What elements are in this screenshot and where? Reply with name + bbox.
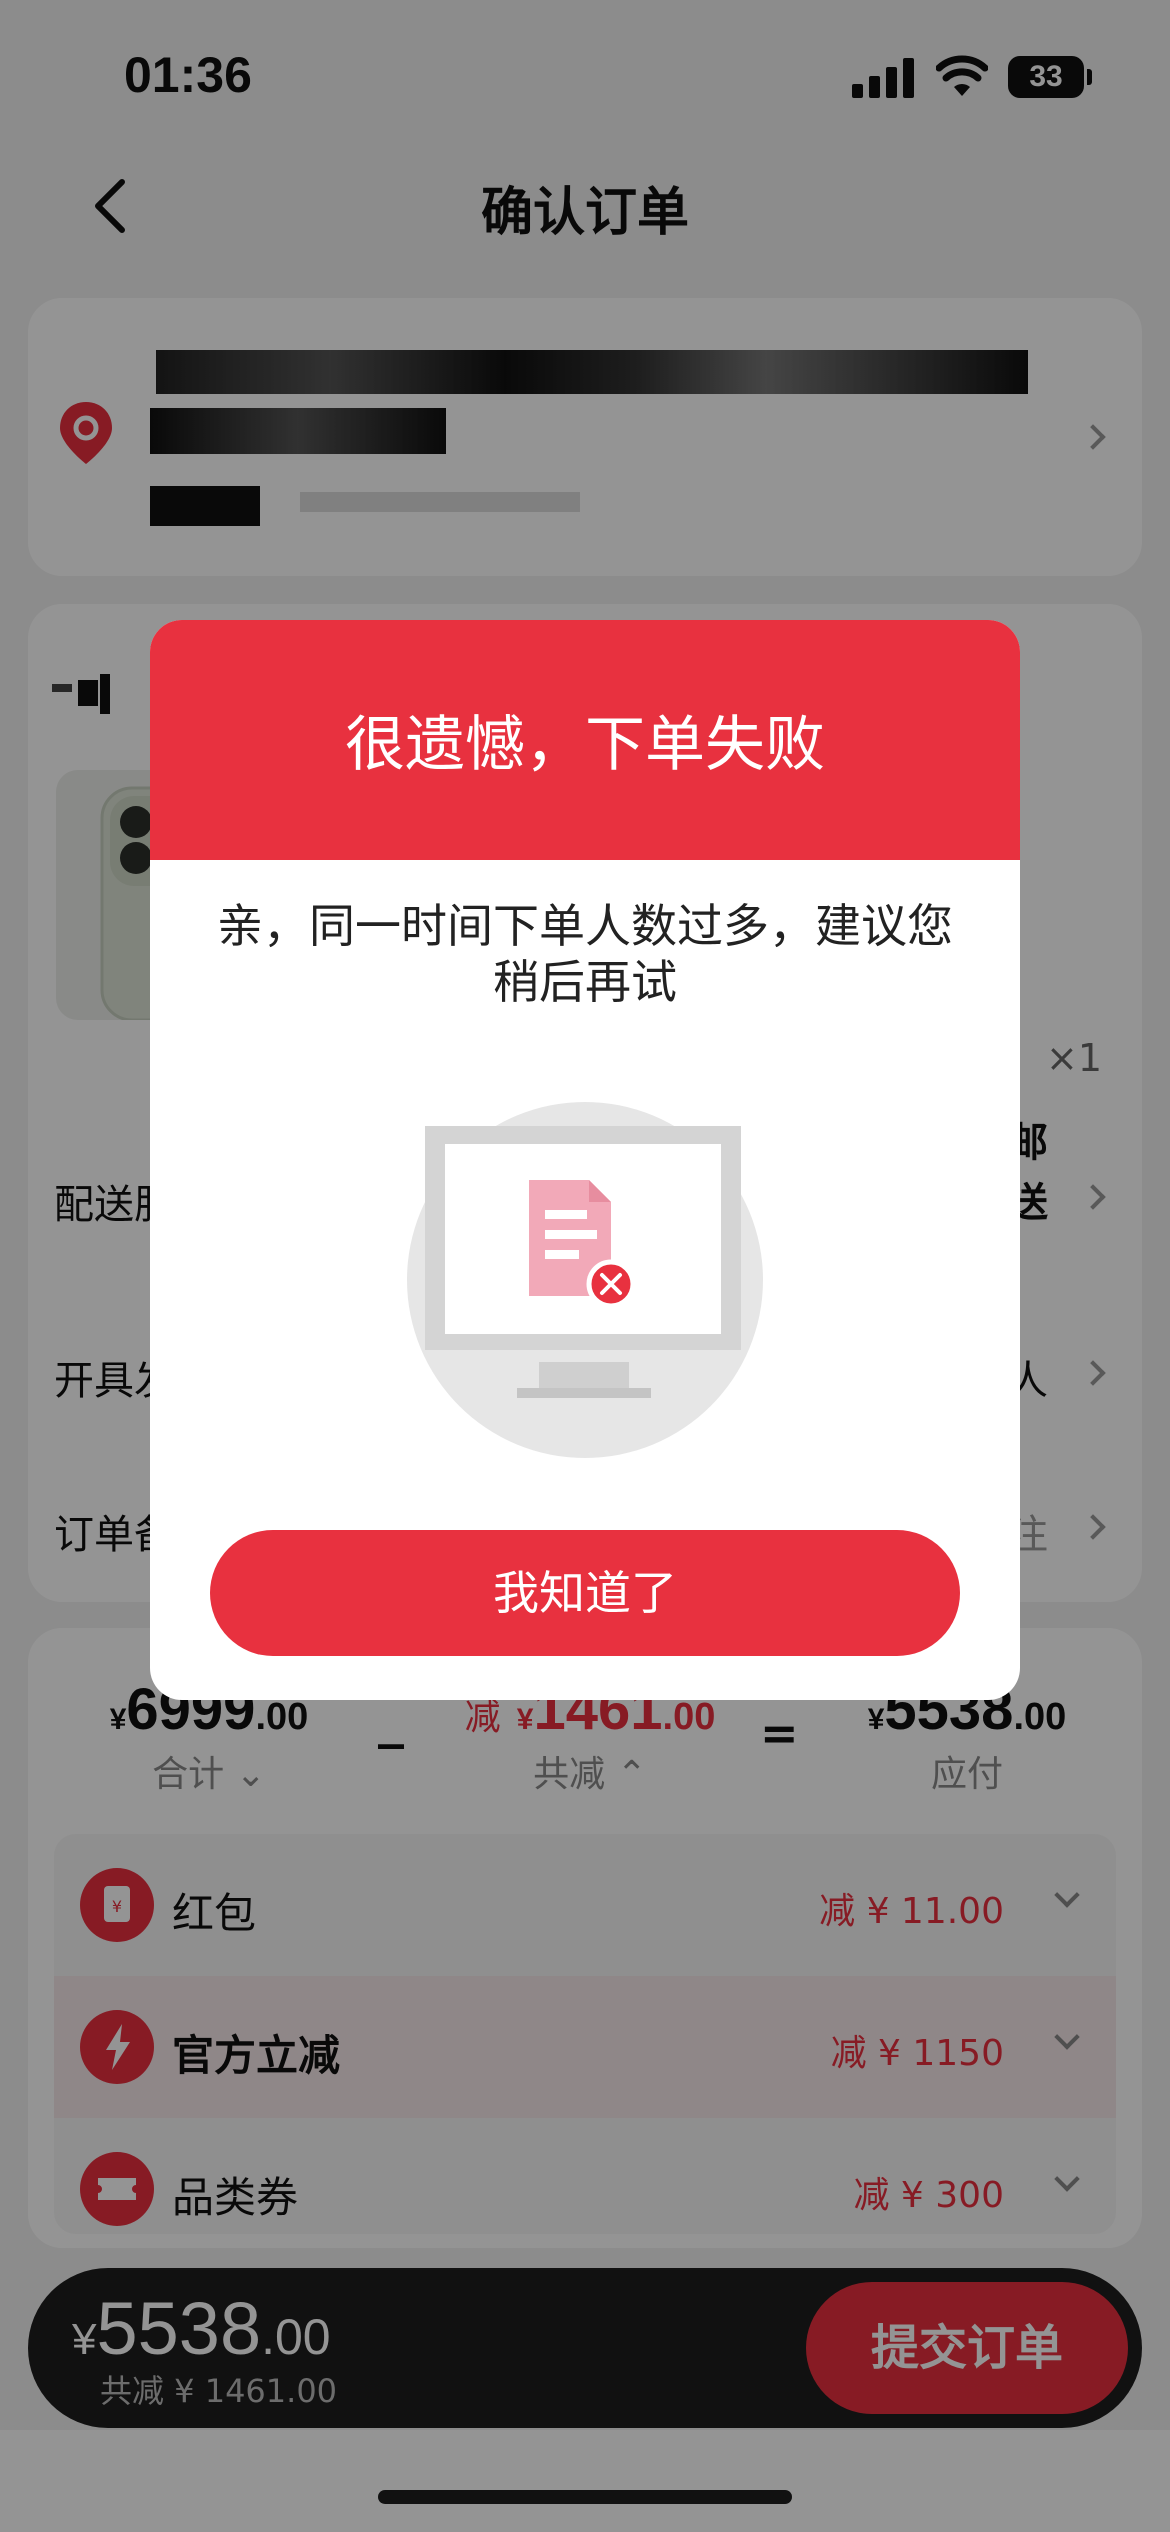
order-failed-dialog: 很遗憾，下单失败 亲，同一时间下单人数过多，建议您稍后再试 我知道了 (150, 620, 1020, 1700)
acknowledge-button[interactable]: 我知道了 (210, 1530, 960, 1656)
dialog-title: 很遗憾，下单失败 (345, 710, 825, 780)
dialog-message: 亲，同一时间下单人数过多，建议您稍后再试 (217, 899, 953, 1009)
home-indicator[interactable] (378, 2490, 792, 2504)
order-failed-monitor-icon (407, 1102, 763, 1458)
